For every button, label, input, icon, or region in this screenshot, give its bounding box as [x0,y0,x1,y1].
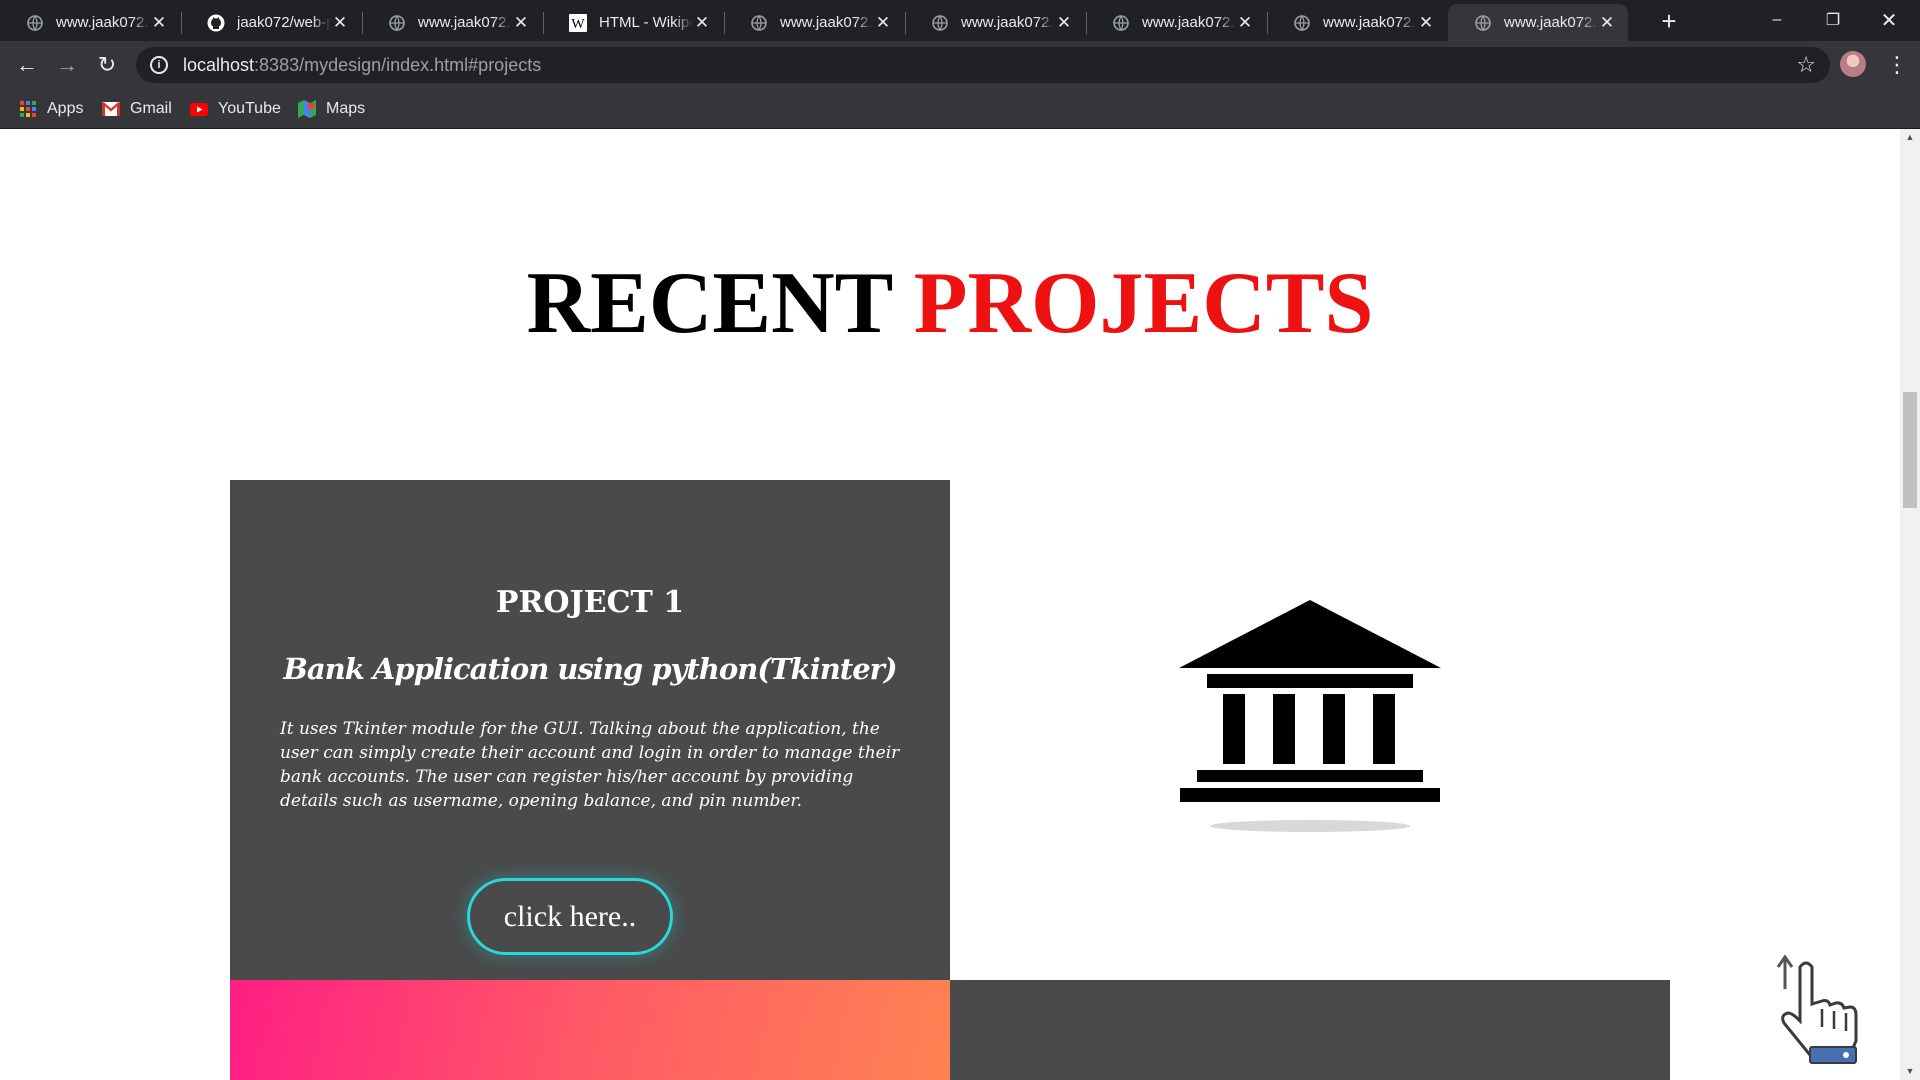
wikipedia-icon: W [569,13,587,32]
tab-title: www.jaak072.in [1142,14,1236,31]
bookmark-label: Maps [326,100,366,117]
project-title: Bank Application using python(Tkinter) [283,652,897,686]
close-tab-icon[interactable]: ✕ [1417,13,1435,33]
restore-button[interactable]: ❐ [1806,2,1860,38]
tab-title: www.jaak072.in [780,14,874,31]
maps-icon [298,100,316,118]
globe-icon [1112,14,1130,32]
address-path: :8383/mydesign/index.html#projects [254,54,542,75]
close-tab-icon[interactable]: ✕ [1236,13,1254,33]
bookmark-youtube[interactable]: YouTube [190,96,281,122]
profile-avatar[interactable] [1840,51,1866,77]
reload-button[interactable]: ↻ [91,49,123,81]
tab-title: www.jaak072.in [1504,14,1598,31]
close-tab-icon[interactable]: ✕ [150,13,168,33]
tab-title: jaak072/web-project [237,14,331,31]
globe-icon [931,14,949,32]
browser-toolbar: ← → ↻ i localhost:8383/mydesign/index.ht… [0,41,1920,88]
minimize-button[interactable]: – [1750,2,1804,38]
tab[interactable]: www.jaak072.in ✕ [1267,4,1447,41]
click-here-button[interactable]: click here.. [467,878,673,955]
hand-pointer-up-icon[interactable] [1770,949,1860,1064]
tab-separator [1267,12,1268,34]
project-card-dark [950,980,1670,1080]
tab[interactable]: W HTML - Wikipedia✕ [543,4,723,41]
close-tab-icon[interactable]: ✕ [512,13,530,33]
svg-text:W: W [571,17,585,32]
tab-title: www.jaak072.in [1323,14,1417,31]
bookmark-gmail[interactable]: Gmail [102,96,172,122]
project-label: PROJECT 1 [495,585,685,620]
browser-chrome: www.jaak072.in ✕ www.jaak072.in ✕ www.jaak07… [0,0,1920,129]
close-tab-icon[interactable]: ✕ [331,13,349,33]
globe-icon [26,14,44,32]
bookmarks-bar: Apps Gmail YouTube Maps [0,88,1920,129]
project-card-gradient [230,980,950,1080]
scroll-down-arrow-icon[interactable]: ▼ [1900,1063,1920,1080]
project-card: PROJECT 1 Bank Application using python(… [230,480,950,980]
tab-separator [905,12,906,34]
scrollbar-thumb[interactable] [1903,392,1917,508]
tab[interactable]: www.jaak072.in ✕ [362,4,542,41]
tab-strip: www.jaak072.in ✕ www.jaak072.in ✕ www.jaak07… [0,0,1920,41]
apps-grid-icon [19,100,37,118]
tab-separator [1086,12,1087,34]
tab-separator [181,12,182,34]
tab-title: HTML - Wikipedia [599,14,693,31]
address-bar[interactable]: i localhost:8383/mydesign/index.html#pro… [136,47,1830,83]
tab-separator [543,12,544,34]
bookmark-label: Apps [47,100,84,117]
page-scrollbar[interactable]: ▲ ▼ [1900,129,1920,1080]
tab-separator [724,12,725,34]
tab-title: www.jaak072.in [56,14,150,31]
forward-button[interactable]: → [51,49,83,81]
tab[interactable]: www.jaak072.in ✕ [905,4,1085,41]
tab[interactable]: www.jaak072.in ✕ [724,4,904,41]
globe-icon [750,14,768,32]
bank-building-icon [1179,600,1441,832]
close-tab-icon[interactable]: ✕ [1598,13,1616,33]
scroll-up-arrow-icon[interactable]: ▲ [1900,129,1920,146]
tab-active[interactable]: www.jaak072.in ✕ [1448,4,1628,41]
gmail-icon [102,100,120,118]
bookmark-apps[interactable]: Apps [19,96,83,122]
site-info-icon[interactable]: i [150,56,168,74]
tab[interactable]: jaak072/web-project✕ [181,4,361,41]
close-tab-icon[interactable]: ✕ [1055,13,1073,33]
new-tab-button[interactable]: + [1655,7,1683,35]
heading-primary: RECENT [526,255,892,352]
bookmark-star-icon[interactable]: ☆ [1796,52,1816,78]
back-button[interactable]: ← [11,49,43,81]
section-heading: RECENT PROJECTS [0,254,1900,354]
youtube-icon [190,100,208,118]
heading-accent: PROJECTS [913,255,1374,352]
github-icon [207,14,225,32]
page-viewport: RECENT PROJECTS PROJECT 1 Bank Applicati… [0,129,1900,1080]
bookmark-maps[interactable]: Maps [298,96,365,122]
tab[interactable]: www.jaak072.in ✕ [1086,4,1266,41]
address-host: localhost [183,54,255,75]
project-image [950,480,1670,980]
globe-icon [1293,14,1311,32]
globe-icon [1474,14,1492,32]
tab-separator [362,12,363,34]
close-window-button[interactable]: ✕ [1862,2,1916,38]
project-description: It uses Tkinter module for the GUI. Talk… [280,719,900,811]
tab-title: www.jaak072.in [418,14,512,31]
bookmark-label: Gmail [130,100,172,117]
tab-title: www.jaak072.in [961,14,1055,31]
close-tab-icon[interactable]: ✕ [874,13,892,33]
globe-icon [388,14,406,32]
browser-menu-icon[interactable]: ⋮ [1886,49,1908,81]
close-tab-icon[interactable]: ✕ [693,13,711,33]
tab[interactable]: www.jaak072.in ✕ [0,4,180,41]
bookmark-label: YouTube [218,100,281,117]
